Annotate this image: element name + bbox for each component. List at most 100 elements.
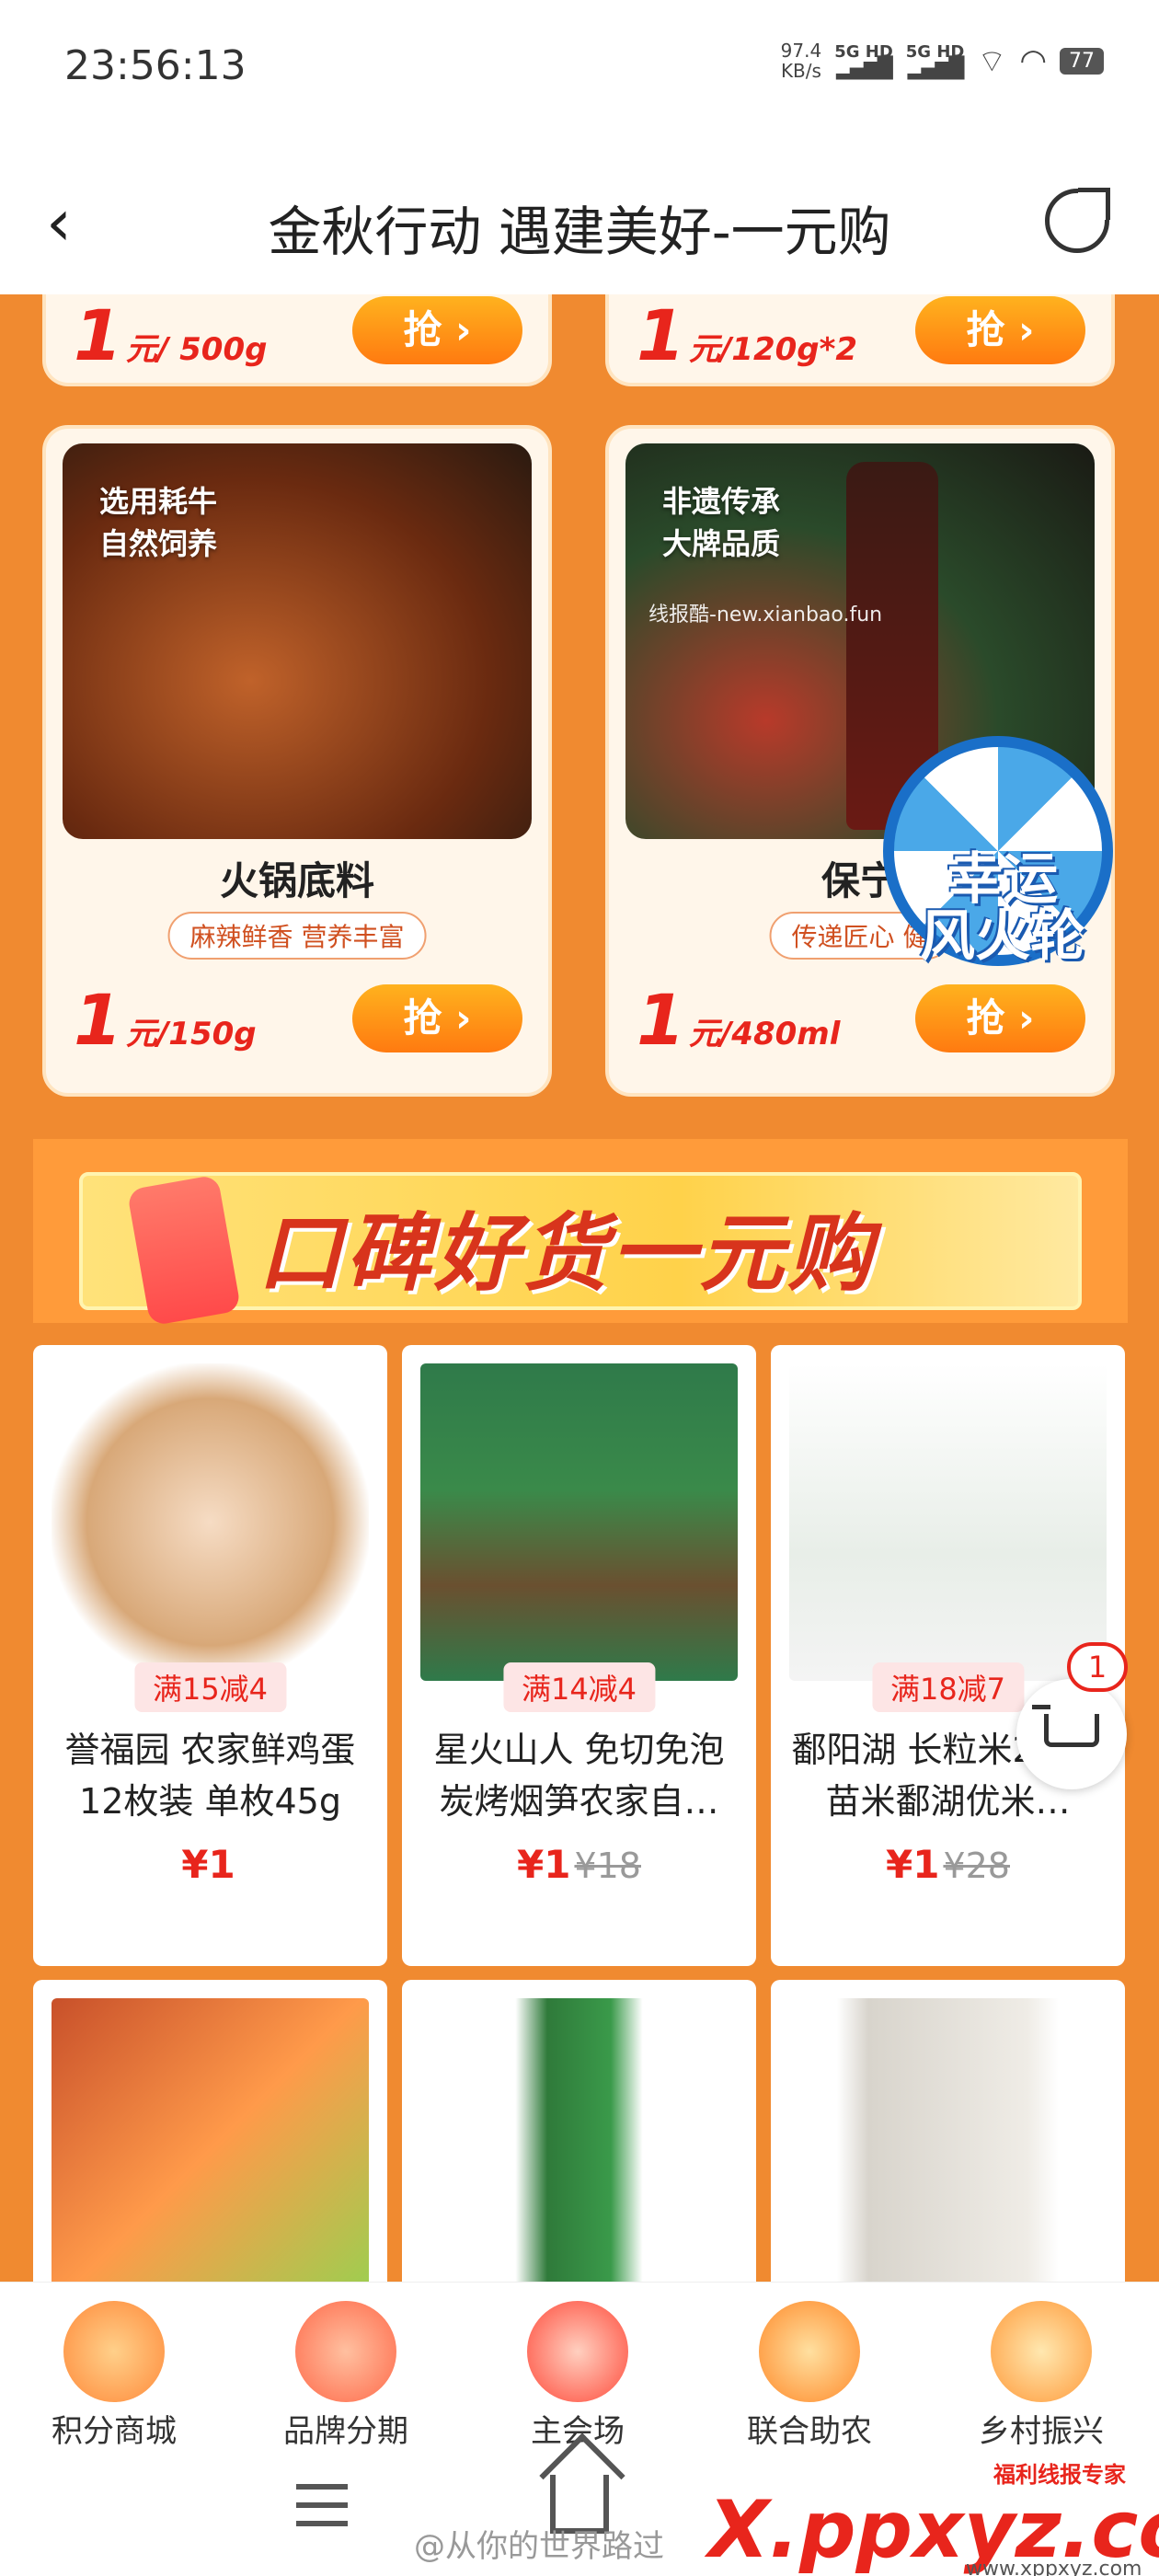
card-price: 1 元/ 500g [74, 294, 267, 376]
watermark: 线报酷-new.xianbao.fun [648, 604, 883, 627]
grab-button[interactable]: 抢 › [915, 296, 1085, 364]
product-tile[interactable] [33, 1980, 387, 2282]
signal-2: 5G HD ▂▄▆█ [906, 43, 965, 80]
price-unit: 元 [125, 331, 157, 368]
grab-button[interactable]: 抢 › [352, 984, 522, 1052]
wheel-line-2: 风火轮 [920, 904, 1085, 969]
grab-button[interactable]: 抢 › [915, 984, 1085, 1052]
net-speed-unit: KB/s [780, 60, 821, 82]
card-price: 1 元/120g*2 [637, 294, 857, 376]
price-big: 1 [637, 979, 685, 1061]
product-tile[interactable] [771, 1980, 1125, 2282]
wheel-line-1: 幸运 [947, 847, 1058, 912]
grab-button[interactable]: 抢 › [352, 296, 522, 364]
tab-rural-revitalization[interactable]: 乡村振兴 [949, 2301, 1133, 2451]
product-tagline: 非遗传承 大牌品质 [662, 480, 780, 565]
price-current: ¥1 [886, 1842, 940, 1887]
page-title: 金秋行动 遇建美好-一元购 [268, 201, 891, 263]
tab-label: 联合助农 [747, 2413, 872, 2450]
price-big: 1 [74, 294, 122, 376]
shopping-bag-icon [295, 2301, 396, 2402]
screen: 23:56:13 97.4 KB/s 5G HD ▂▄▆█ 5G HD ▂▄▆█ ⌔… [0, 0, 1159, 2576]
product-price: ¥1 ¥28 [771, 1842, 1125, 1887]
price-unit: 元 [125, 1016, 157, 1052]
product-tile[interactable]: 满14减4 星火山人 免切免泡炭烤烟笋农家自… ¥1 ¥18 [402, 1345, 756, 1966]
system-nav-bar: @从你的世界路过 福利线报专家 X.ppxyz.com www.xppxyz.c… [0, 2447, 1159, 2576]
product-price: ¥1 ¥18 [402, 1842, 756, 1887]
net-speed: 97.4 KB/s [781, 40, 822, 81]
promo-badge: 满14减4 [502, 1662, 656, 1712]
status-icons: 97.4 KB/s 5G HD ▂▄▆█ 5G HD ▂▄▆█ ⌔ ◠ 77 [781, 40, 1104, 81]
price-current: ¥1 [181, 1842, 235, 1887]
product-tagline: 选用耗牛 自然饲养 [99, 480, 217, 565]
banner-title: 口碑好货一元购 [258, 1204, 877, 1303]
price-original: ¥18 [574, 1846, 641, 1886]
tab-label: 积分商城 [52, 2413, 177, 2450]
site-sub-watermark: www.xppxyz.com [966, 2558, 1142, 2576]
cart-button[interactable]: 1 [1016, 1642, 1128, 1789]
tagline-line-2: 大牌品质 [662, 526, 781, 561]
signal-bars-icon: ▂▄▆█ [907, 56, 965, 80]
section-banner: 口碑好货一元购 [33, 1139, 1128, 1327]
product-image [52, 1363, 369, 1681]
price-spec: /150g [156, 1016, 257, 1052]
menu-icon[interactable] [296, 2484, 348, 2526]
grab-label: 抢 [966, 995, 1005, 1041]
weibo-watermark: @从你的世界路过 [414, 2528, 664, 2565]
tab-points-mall[interactable]: 积分商城 [22, 2301, 206, 2451]
price-spec: / 500g [156, 331, 268, 368]
card-price: 1 元/480ml [637, 979, 840, 1061]
card-price: 1 元/150g [74, 979, 257, 1061]
status-bar: 23:56:13 97.4 KB/s 5G HD ▂▄▆█ 5G HD ▂▄▆█ ⌔… [0, 0, 1159, 161]
product-tile[interactable]: 满15减4 誉福园 农家鲜鸡蛋12枚装 单枚45g ¥1 [33, 1345, 387, 1966]
price-unit: 元 [688, 331, 720, 368]
tab-brand-installment[interactable]: 品牌分期 [254, 2301, 438, 2451]
bottom-tab-bar: 积分商城 品牌分期 主会场 联合助农 乡村振兴 [0, 2282, 1159, 2450]
product-image [789, 1998, 1107, 2282]
price-unit: 元 [688, 1016, 720, 1052]
tab-label: 品牌分期 [283, 2413, 408, 2450]
product-tile[interactable] [402, 1980, 756, 2282]
product-image: 选用耗牛 自然饲养 [63, 443, 532, 839]
net-speed-value: 97.4 [780, 40, 822, 62]
battery-icon: 77 [1060, 47, 1104, 75]
product-name: 火锅底料 [219, 858, 374, 903]
signal-bars-icon: ▂▄▆█ [836, 56, 893, 80]
cart-count-badge: 1 [1067, 1642, 1128, 1692]
price-big: 1 [74, 979, 122, 1061]
main-content[interactable]: 1 元/ 500g 抢 › 1 元/120g*2 抢 › 选用耗牛 自然饲养 火锅底料… [0, 294, 1159, 2282]
product-card-top[interactable]: 1 元/ 500g 抢 › [42, 294, 552, 386]
promo-badge: 满18减7 [871, 1662, 1025, 1712]
product-image [789, 1363, 1107, 1681]
grab-label: 抢 [403, 307, 442, 352]
price-current: ¥1 [517, 1842, 571, 1887]
banner-strip: 口碑好货一元购 [79, 1172, 1082, 1327]
status-time: 23:56:13 [64, 42, 247, 89]
tab-label: 乡村振兴 [979, 2413, 1104, 2450]
promo-badge: 满15减4 [133, 1662, 287, 1712]
lucky-wheel-widget[interactable]: 幸运 风火轮 [874, 736, 1131, 994]
grab-label: 抢 [966, 307, 1005, 352]
wifi-icon: ◠ [1019, 42, 1047, 79]
mascot-icon [527, 2301, 628, 2402]
tab-main-venue[interactable]: 主会场 [486, 2301, 670, 2451]
hotspot-icon: ⌔ [977, 42, 1007, 80]
tagline-line-2: 自然饲养 [99, 526, 218, 561]
price-spec: /120g*2 [719, 331, 858, 368]
nav-bar: ‹ 金秋行动 遇建美好-一元购 [0, 161, 1159, 294]
tagline-line-1: 选用耗牛 [99, 484, 218, 519]
points-mall-icon [63, 2301, 165, 2402]
product-image [52, 1998, 369, 2282]
gift-box-icon [991, 2301, 1092, 2402]
product-card-top[interactable]: 1 元/120g*2 抢 › [605, 294, 1115, 386]
product-price: ¥1 [33, 1842, 387, 1887]
share-icon[interactable] [1045, 188, 1110, 253]
product-name: 誉福园 农家鲜鸡蛋12枚装 单枚45g [64, 1730, 356, 1822]
feature-card-hotpot[interactable]: 选用耗牛 自然饲养 火锅底料 麻辣鲜香 营养丰富 1 元/150g 抢 › [42, 425, 552, 1097]
wheel-label: 幸运 风火轮 [874, 851, 1131, 965]
tagline-line-1: 非遗传承 [662, 484, 781, 519]
product-image [420, 1998, 738, 2282]
grab-label: 抢 [403, 995, 442, 1041]
produce-basket-icon [759, 2301, 860, 2402]
tab-farm-support[interactable]: 联合助农 [717, 2301, 901, 2451]
